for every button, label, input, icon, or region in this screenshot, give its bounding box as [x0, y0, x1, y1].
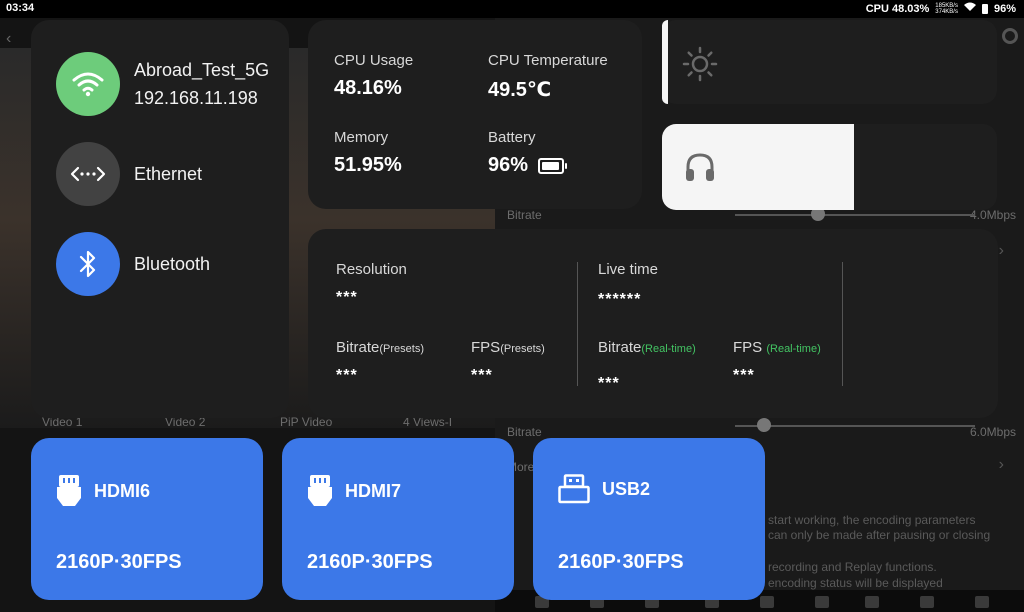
realtime-bitrate-sub: (Real-time) [641, 343, 696, 355]
bg-note-2: can only be made after pausing or closin… [768, 528, 991, 542]
bg-bitrate-label-2: Bitrate [507, 425, 542, 439]
bg-slider-knob-2 [757, 418, 771, 432]
preset-bitrate-label: Bitrate(Presets) [336, 339, 424, 356]
status-net-down: 374KB/s [935, 8, 958, 15]
ethernet-icon [70, 166, 106, 182]
back-icon: ‹ [6, 30, 12, 47]
preset-bitrate-text: Bitrate [336, 339, 380, 356]
live-time-value: ****** [598, 291, 642, 308]
bg-slider-1 [735, 214, 975, 216]
resolution-value: *** [336, 289, 358, 306]
gear-icon [1002, 28, 1018, 44]
device-card-hdmi6[interactable]: HDMI6 2160P·30FPS [31, 438, 263, 600]
sun-icon [682, 46, 718, 82]
status-network-speed: 185KB/s 374KB/s [935, 3, 958, 15]
live-time-label: Live time [598, 261, 659, 278]
battery-label: Battery [488, 129, 536, 146]
status-battery: 96% [993, 2, 1016, 15]
bluetooth-toggle[interactable] [56, 232, 120, 296]
realtime-bitrate-value: *** [598, 375, 620, 392]
memory-label: Memory [334, 129, 389, 146]
wifi-toggle[interactable] [56, 52, 120, 116]
realtime-fps-label: FPS (Real-time) [733, 339, 821, 356]
battery-stat: Battery 96% [488, 129, 568, 177]
status-wifi-icon [963, 2, 976, 15]
status-battery-icon [981, 3, 988, 14]
cpu-usage-value: 48.16% [334, 77, 402, 99]
ethernet-toggle[interactable] [56, 142, 120, 206]
battery-value: 96% [488, 154, 529, 176]
cpu-usage-stat: CPU Usage 48.16% [334, 52, 413, 100]
memory-stat: Memory 51.95% [334, 129, 402, 177]
bg-bitrate-value-2: 6.0Mbps [969, 425, 1016, 439]
brightness-slider[interactable] [662, 20, 997, 104]
bg-note-4: encoding status will be displayed [768, 576, 943, 590]
headphones-icon [686, 153, 714, 181]
brightness-fill [662, 20, 668, 104]
cpu-temperature-label: CPU Temperature [488, 52, 608, 69]
toolbar-icon [920, 596, 934, 608]
device-name: USB2 [602, 478, 651, 499]
realtime-bitrate-label: Bitrate(Real-time) [598, 339, 696, 356]
status-bar: 03:34 CPU 48.03% 185KB/s 374KB/s 96% [0, 0, 1024, 18]
hdmi-icon [57, 475, 81, 506]
divider [842, 262, 843, 386]
ethernet-row[interactable]: Ethernet [56, 142, 202, 206]
wifi-icon [72, 72, 104, 97]
device-format: 2160P·30FPS [56, 551, 182, 573]
status-time: 03:34 [6, 2, 35, 14]
preset-bitrate-sub: (Presets) [379, 343, 424, 355]
volume-slider[interactable] [662, 124, 997, 210]
device-name: HDMI7 [345, 480, 402, 501]
divider [577, 262, 578, 386]
device-format: 2160P·30FPS [558, 551, 684, 573]
preset-fps-sub: (Presets) [500, 343, 545, 355]
bg-slider-2 [735, 425, 975, 427]
stream-info-panel: Resolution *** Bitrate(Presets) *** FPS(… [308, 229, 998, 418]
bluetooth-icon [79, 250, 96, 278]
device-card-hdmi7[interactable]: HDMI7 2160P·30FPS [282, 438, 514, 600]
bluetooth-row[interactable]: Bluetooth [56, 232, 210, 296]
battery-icon [538, 157, 568, 174]
preset-bitrate-value: *** [336, 367, 358, 384]
cpu-usage-label: CPU Usage [334, 52, 414, 69]
device-name: HDMI6 [94, 480, 151, 501]
network-panel: Abroad_Test_5G 192.168.11.198 Ethernet B… [31, 20, 289, 418]
bg-note-1: start working, the encoding parameters [768, 513, 976, 527]
cpu-temperature-stat: CPU Temperature 49.5℃ [488, 52, 608, 102]
wifi-ssid: Abroad_Test_5G [134, 60, 270, 80]
realtime-fps-value: *** [733, 367, 755, 384]
bluetooth-label: Bluetooth [134, 254, 211, 274]
hdmi-icon [308, 475, 332, 506]
usb-icon [558, 474, 590, 504]
bg-bitrate-label-1: Bitrate [507, 208, 542, 222]
realtime-fps-sub: (Real-time) [766, 343, 821, 355]
toolbar-icon [865, 596, 879, 608]
device-card-usb2[interactable]: USB2 2160P·30FPS [533, 438, 765, 600]
wifi-ip: 192.168.11.198 [134, 88, 258, 108]
bg-bitrate-value-1: 4.0Mbps [969, 208, 1016, 222]
device-format: 2160P·30FPS [307, 551, 433, 573]
preset-fps-text: FPS [471, 339, 501, 356]
status-cpu: CPU 48.03% [865, 2, 930, 15]
toolbar-icon [760, 596, 774, 608]
preset-fps-label: FPS(Presets) [471, 339, 545, 356]
resolution-label: Resolution [336, 261, 407, 278]
chevron-right-icon: › [998, 456, 1004, 473]
system-stats-panel: CPU Usage 48.16% CPU Temperature 49.5℃ M… [308, 20, 642, 209]
memory-value: 51.95% [334, 154, 402, 176]
chevron-right-icon: › [998, 242, 1004, 259]
toolbar-icon [815, 596, 829, 608]
ethernet-label: Ethernet [134, 164, 203, 184]
status-indicators: CPU 48.03% 185KB/s 374KB/s 96% [866, 2, 1016, 15]
realtime-fps-text: FPS [733, 339, 767, 356]
toolbar-icon [975, 596, 989, 608]
cpu-temperature-value: 49.5℃ [488, 79, 552, 101]
realtime-bitrate-text: Bitrate [598, 339, 642, 356]
preset-fps-value: *** [471, 367, 493, 384]
bg-note-3: recording and Replay functions. [768, 560, 937, 574]
wifi-row[interactable]: Abroad_Test_5G 192.168.11.198 [56, 52, 269, 116]
